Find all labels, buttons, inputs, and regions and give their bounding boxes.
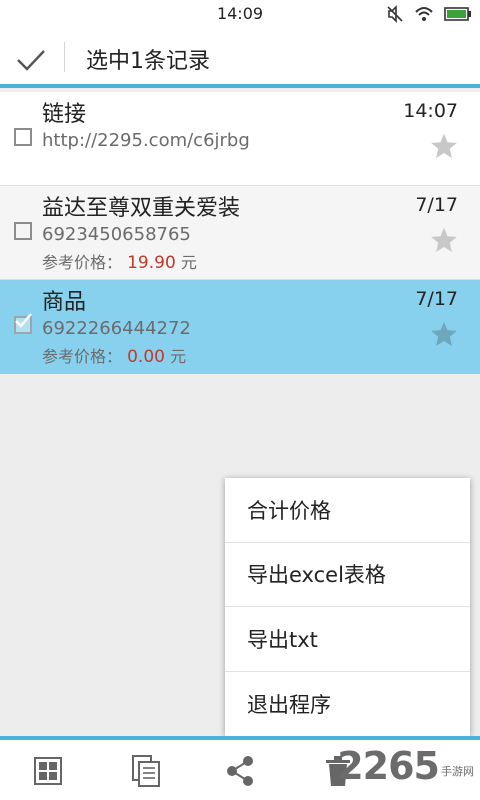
record-time: 7/17 xyxy=(415,194,458,216)
menu-item-export-txt[interactable]: 导出txt xyxy=(225,607,470,672)
watermark-text-top: 手游网 xyxy=(441,765,474,778)
page-title: 选中1条记录 xyxy=(86,49,210,74)
price-label: 参考价格： xyxy=(42,347,123,366)
record-price: 参考价格： 19.90 元 xyxy=(42,249,197,273)
row-checkbox[interactable] xyxy=(14,128,32,146)
watermark-logo: 2265 手游网 xyxy=(337,744,474,788)
star-icon[interactable] xyxy=(430,226,458,254)
list-item[interactable]: 益达至尊双重关爱装 6923450658765 参考价格： 19.90 元 7/… xyxy=(0,186,480,280)
price-currency: 元 xyxy=(170,347,187,366)
record-subtitle: http://2295.com/c6jrbg xyxy=(42,130,250,151)
record-title: 益达至尊双重关爱装 xyxy=(42,196,241,221)
price-label: 参考价格： xyxy=(42,253,123,272)
check-icon[interactable] xyxy=(14,42,48,76)
row-checkbox-checked[interactable] xyxy=(14,313,32,334)
record-time: 14:07 xyxy=(403,100,458,122)
wifi-icon xyxy=(415,7,433,21)
selection-header: 选中1条记录 xyxy=(0,28,480,88)
copy-icon[interactable] xyxy=(130,754,162,788)
row-checkbox[interactable] xyxy=(14,222,32,240)
share-icon[interactable] xyxy=(224,754,256,788)
record-price: 参考价格： 0.00 元 xyxy=(42,343,186,367)
record-time: 7/17 xyxy=(415,288,458,310)
record-subtitle: 6922266444272 xyxy=(42,318,191,339)
grid-icon[interactable] xyxy=(32,754,64,788)
mute-icon xyxy=(387,5,403,23)
menu-item-export-excel[interactable]: 导出excel表格 xyxy=(225,543,470,607)
battery-icon xyxy=(444,7,471,21)
bottom-toolbar: 2265 手游网 xyxy=(0,736,480,800)
menu-item-total-price[interactable]: 合计价格 xyxy=(225,478,470,543)
star-icon[interactable] xyxy=(430,320,458,348)
star-icon[interactable] xyxy=(430,132,458,160)
record-list: 链接 http://2295.com/c6jrbg 14:07 益达至尊双重关爱… xyxy=(0,92,480,374)
header-divider xyxy=(64,42,65,72)
watermark-text: 手游网 xyxy=(441,765,474,778)
record-subtitle: 6923450658765 xyxy=(42,224,191,245)
overflow-menu: 合计价格 导出excel表格 导出txt 退出程序 xyxy=(225,478,470,736)
price-value: 19.90 xyxy=(127,253,176,273)
record-title: 链接 xyxy=(42,102,87,127)
price-currency: 元 xyxy=(180,253,197,272)
watermark-number: 2265 xyxy=(337,744,440,788)
menu-item-exit[interactable]: 退出程序 xyxy=(225,672,470,737)
list-item[interactable]: 链接 http://2295.com/c6jrbg 14:07 xyxy=(0,92,480,186)
checkmark-icon xyxy=(15,313,32,328)
price-value: 0.00 xyxy=(127,347,165,367)
status-icons xyxy=(386,5,472,23)
record-title: 商品 xyxy=(42,290,87,315)
status-bar: 14:09 xyxy=(0,0,480,28)
list-item-selected[interactable]: 商品 6922266444272 参考价格： 0.00 元 7/17 xyxy=(0,280,480,374)
